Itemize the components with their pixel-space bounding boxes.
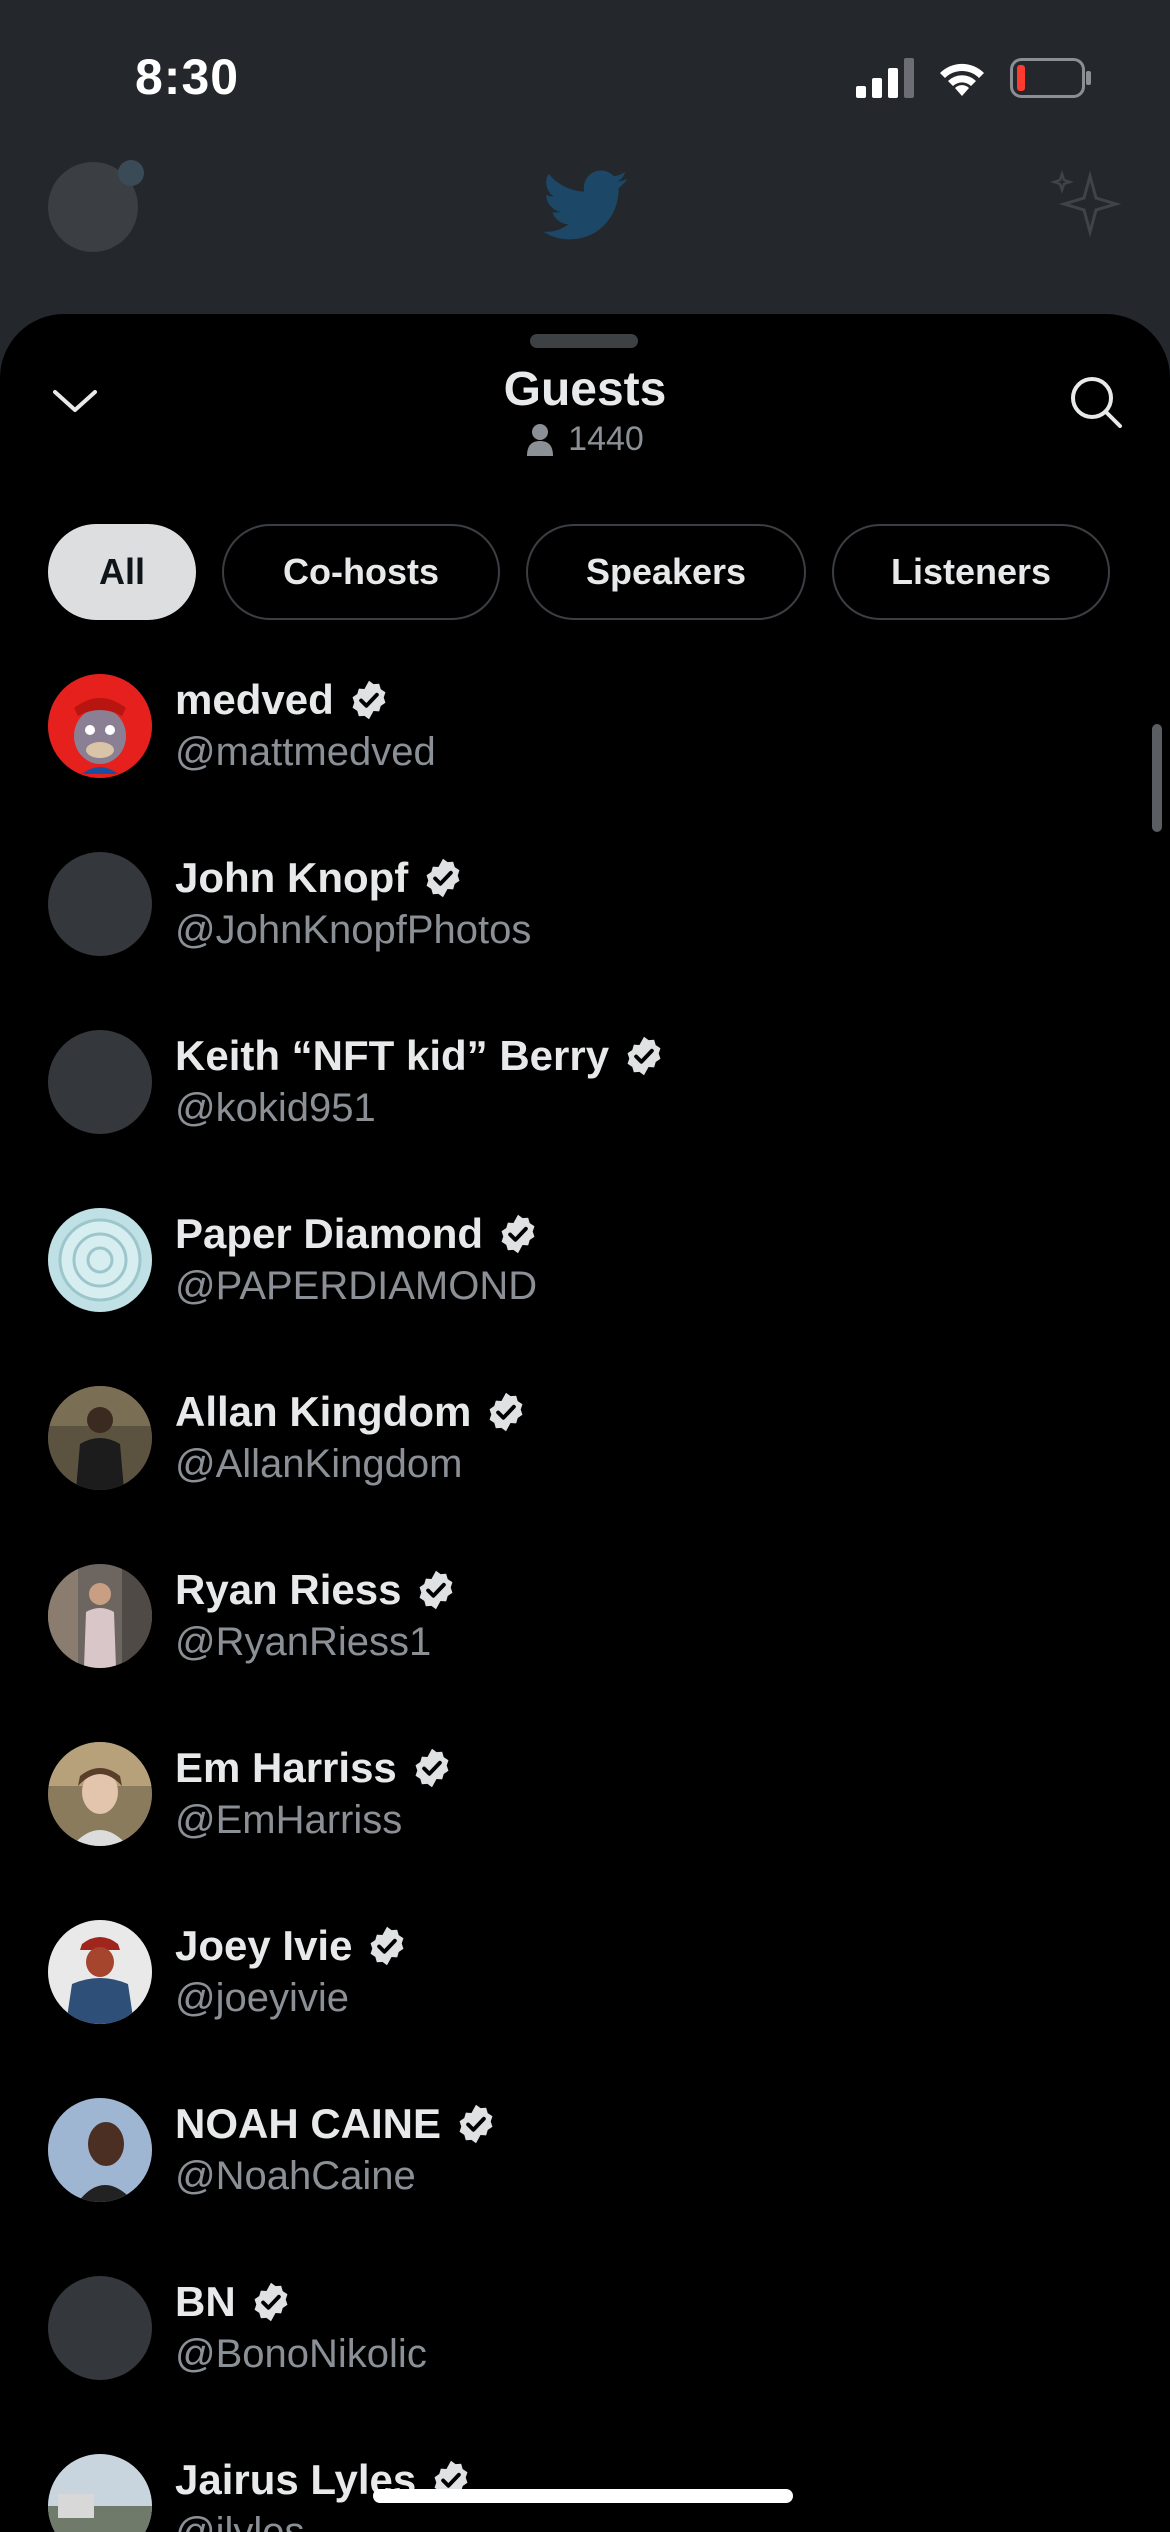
status-bar: 8:30	[0, 0, 1170, 150]
guest-handle: @JohnKnopfPhotos	[175, 908, 532, 952]
avatar[interactable]	[48, 1030, 152, 1134]
sheet-grabber[interactable]	[530, 334, 638, 348]
guest-name: Joey Ivie	[175, 1922, 353, 1969]
guest-handle: @RyanRiess1	[175, 1620, 432, 1664]
avatar[interactable]	[48, 2276, 152, 2380]
guest-row[interactable]: medved @mattmedved	[0, 674, 1170, 852]
guest-handle: @BonoNikolic	[175, 2332, 427, 2376]
avatar[interactable]	[48, 1564, 152, 1668]
guest-name: Paper Diamond	[175, 1210, 484, 1257]
status-time: 8:30	[135, 49, 240, 105]
guest-filter-tabs: All Co-hosts Speakers Listeners	[48, 524, 1110, 620]
sparkle-icon[interactable]	[1050, 168, 1122, 240]
verified-badge-icon	[420, 1570, 453, 1610]
avatar[interactable]	[48, 1742, 152, 1846]
search-icon	[1071, 377, 1122, 428]
verified-badge-icon	[426, 858, 460, 898]
person-icon	[527, 423, 554, 456]
verified-badge-icon	[489, 1392, 523, 1432]
guest-name-row: Allan Kingdom	[175, 1388, 527, 1436]
scroll-indicator[interactable]	[1152, 724, 1162, 832]
guest-name: medved	[175, 676, 334, 723]
tab-listeners[interactable]: Listeners	[832, 524, 1110, 620]
guest-row[interactable]: Joey Ivie @joeyivie	[0, 1920, 1170, 2098]
verified-badge-icon	[371, 1926, 404, 1966]
guest-row[interactable]: Em Harriss @EmHarriss	[0, 1742, 1170, 1920]
avatar[interactable]	[48, 1208, 152, 1312]
guest-list: medved @mattmedved John Knopf @JohnKnopf…	[0, 674, 1170, 2532]
guest-name: Keith “NFT kid” Berry	[175, 1032, 610, 1079]
wifi-icon	[940, 63, 984, 96]
tab-co-hosts[interactable]: Co-hosts	[222, 524, 500, 620]
verified-badge-icon	[459, 2104, 493, 2144]
guest-name-row: Keith “NFT kid” Berry	[175, 1032, 665, 1080]
guest-handle: @kokid951	[175, 1086, 376, 1130]
avatar[interactable]	[48, 674, 152, 778]
avatar[interactable]	[48, 2098, 152, 2202]
guest-row[interactable]: Keith “NFT kid” Berry @kokid951	[0, 1030, 1170, 1208]
avatar[interactable]	[48, 852, 152, 956]
guest-name: Ryan Riess	[175, 1566, 402, 1613]
search-button[interactable]	[1058, 364, 1134, 440]
tab-speakers[interactable]: Speakers	[526, 524, 806, 620]
guest-name-row: BN	[175, 2278, 292, 2326]
guest-row[interactable]: John Knopf @JohnKnopfPhotos	[0, 852, 1170, 1030]
guest-handle: @jlyles	[175, 2510, 305, 2532]
verified-badge-icon	[352, 680, 386, 720]
verified-badge-icon	[501, 1214, 535, 1254]
guest-name-row: Ryan Riess	[175, 1566, 457, 1614]
status-icons	[856, 54, 1092, 102]
guest-name-row: medved	[175, 676, 390, 724]
verified-badge-icon	[415, 1748, 449, 1788]
notification-dot	[118, 160, 144, 186]
signal-icon	[856, 58, 914, 98]
verified-badge-icon	[254, 2282, 288, 2322]
guest-row[interactable]: Ryan Riess @RyanRiess1	[0, 1564, 1170, 1742]
guest-name-row: John Knopf	[175, 854, 464, 902]
guest-handle: @mattmedved	[175, 730, 436, 774]
guest-row[interactable]: NOAH CAINE @NoahCaine	[0, 2098, 1170, 2276]
guest-row[interactable]: BN @BonoNikolic	[0, 2276, 1170, 2454]
avatar[interactable]	[48, 1386, 152, 1490]
guest-name: Allan Kingdom	[175, 1388, 472, 1435]
guest-handle: @AllanKingdom	[175, 1442, 463, 1486]
twitter-bird-icon	[543, 170, 628, 240]
sheet-title: Guests	[503, 363, 667, 416]
tab-all[interactable]: All	[48, 524, 196, 620]
guest-name-row: Paper Diamond	[175, 1210, 539, 1258]
avatar[interactable]	[48, 2454, 152, 2532]
listener-count: 1440	[0, 420, 1170, 459]
avatar[interactable]	[48, 1920, 152, 2024]
guest-name: Em Harriss	[175, 1744, 397, 1791]
verified-badge-icon	[627, 1036, 661, 1076]
guest-name: John Knopf	[175, 854, 409, 901]
guests-sheet: Guests 1440 All Co-hosts Speakers Listen…	[0, 314, 1170, 2532]
guest-name: NOAH CAINE	[175, 2100, 442, 2147]
guest-name-row: NOAH CAINE	[175, 2100, 497, 2148]
guest-name-row: Em Harriss	[175, 1744, 453, 1792]
guest-name-row: Joey Ivie	[175, 1922, 408, 1970]
guest-row[interactable]: Paper Diamond @PAPERDIAMOND	[0, 1208, 1170, 1386]
guest-name: BN	[175, 2278, 236, 2325]
guest-handle: @NoahCaine	[175, 2154, 416, 2198]
guest-handle: @EmHarriss	[175, 1798, 403, 1842]
battery-icon	[1010, 58, 1091, 98]
home-indicator[interactable]	[373, 2489, 793, 2503]
guest-row[interactable]: Allan Kingdom @AllanKingdom	[0, 1386, 1170, 1564]
listener-count-value: 1440	[568, 420, 644, 458]
guest-handle: @joeyivie	[175, 1976, 350, 2020]
guest-handle: @PAPERDIAMOND	[175, 1264, 538, 1308]
